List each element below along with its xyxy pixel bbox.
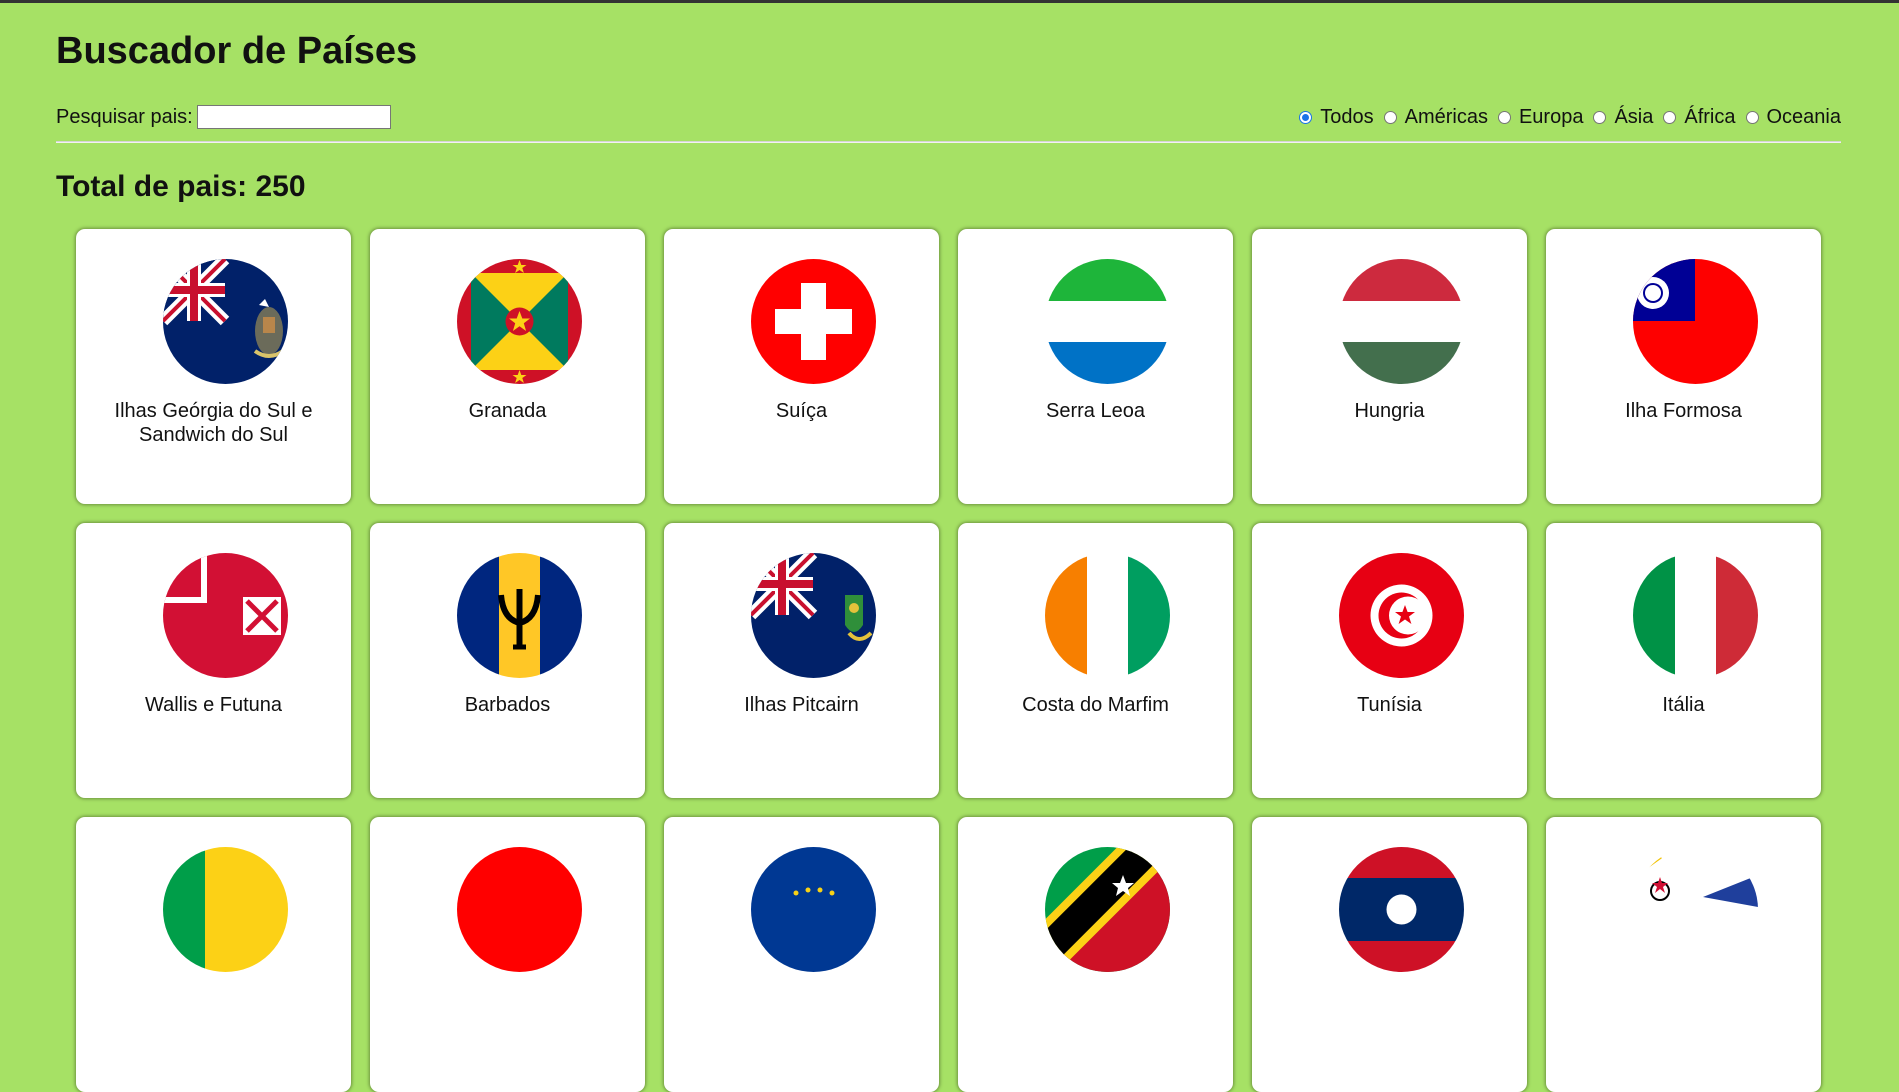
filter-europa[interactable]: Europa [1497, 106, 1584, 129]
radio-americas[interactable] [1383, 111, 1397, 124]
total-countries: Total de pais: 250 [56, 170, 306, 204]
country-card[interactable] [370, 817, 645, 1092]
filter-label: Todos [1320, 106, 1374, 128]
country-name: Barbados [464, 694, 551, 716]
switzerland-flag-icon [751, 259, 876, 384]
sierra-leone-flag-icon [1045, 259, 1170, 384]
laos-flag-icon [1339, 847, 1464, 972]
country-card[interactable]: Ilhas Geórgia do Sul e Sandwich do Sul [76, 229, 351, 504]
country-grid: Ilhas Geórgia do Sul e Sandwich do Sul G… [76, 229, 1821, 1092]
country-card[interactable]: Serra Leoa [958, 229, 1233, 504]
radio-asia[interactable] [1593, 111, 1607, 124]
radio-todos[interactable] [1299, 111, 1313, 124]
country-card[interactable]: Itália [1546, 523, 1821, 798]
filter-label: Europa [1518, 106, 1584, 128]
red-flag-icon [457, 847, 582, 972]
country-name: Tunísia [1357, 694, 1422, 716]
country-name: Ilhas Geórgia do Sul e Sandwich do Sul [114, 400, 313, 446]
italy-flag-icon [1633, 553, 1758, 678]
country-name: Serra Leoa [1046, 400, 1145, 422]
tunisia-flag-icon [1339, 553, 1464, 678]
country-card[interactable] [1252, 817, 1527, 1092]
country-name: Granada [468, 400, 547, 422]
wallis-futuna-flag-icon [163, 553, 288, 678]
country-card[interactable]: Hungria [1252, 229, 1527, 504]
country-name: Ilhas Pitcairn [744, 694, 859, 716]
country-card[interactable]: Barbados [370, 523, 645, 798]
country-name: Ilha Formosa [1625, 400, 1742, 422]
country-card[interactable]: Ilhas Pitcairn [664, 523, 939, 798]
filter-africa[interactable]: África [1663, 106, 1736, 129]
country-name: Wallis e Futuna [144, 694, 283, 716]
ivory-coast-flag-icon [1045, 553, 1170, 678]
filter-oceania[interactable]: Oceania [1745, 106, 1842, 129]
filter-label: Ásia [1614, 106, 1654, 128]
country-name: Costa do Marfim [1022, 694, 1169, 716]
country-card[interactable]: Costa do Marfim [958, 523, 1233, 798]
search-label: Pesquisar pais: [56, 106, 193, 128]
window-top-border [0, 0, 1899, 3]
country-card[interactable] [958, 817, 1233, 1092]
search-row: Pesquisar pais: Todos Américas Europa Ás… [56, 104, 1841, 134]
barbados-flag-icon [457, 553, 582, 678]
filter-todos[interactable]: Todos [1299, 106, 1374, 129]
filter-asia[interactable]: Ásia [1593, 106, 1653, 129]
country-name: Hungria [1354, 400, 1425, 422]
saint-kitts-nevis-flag-icon [1045, 847, 1170, 972]
total-label: Total de pais: [56, 170, 248, 203]
country-card[interactable]: Granada [370, 229, 645, 504]
filter-label: Oceania [1766, 106, 1842, 128]
country-card[interactable] [1546, 817, 1821, 1092]
country-card[interactable] [664, 817, 939, 1092]
country-name: Suíça [775, 400, 828, 422]
grenada-flag-icon [457, 259, 582, 384]
pitcairn-flag-icon [751, 553, 876, 678]
region-filter-group: Todos Américas Europa Ásia África Oceani… [1289, 106, 1841, 129]
header-divider [56, 141, 1841, 143]
blue-stars-flag-icon [751, 847, 876, 972]
country-card[interactable]: Ilha Formosa [1546, 229, 1821, 504]
country-name: Itália [1662, 694, 1705, 716]
total-count: 250 [255, 170, 306, 203]
white-emblem-flag-icon [1633, 847, 1758, 972]
country-card[interactable]: Tunísia [1252, 523, 1527, 798]
radio-europa[interactable] [1497, 111, 1511, 124]
taiwan-flag-icon [1633, 259, 1758, 384]
radio-africa[interactable] [1663, 111, 1677, 124]
filter-label: África [1684, 106, 1736, 128]
green-yellow-flag-icon [163, 847, 288, 972]
search-input[interactable] [197, 105, 391, 129]
hungary-flag-icon [1339, 259, 1464, 384]
country-card[interactable]: Wallis e Futuna [76, 523, 351, 798]
country-card[interactable]: Suíça [664, 229, 939, 504]
south-georgia-flag-icon [163, 259, 288, 384]
radio-oceania[interactable] [1745, 111, 1759, 124]
filter-label: Américas [1404, 106, 1488, 128]
country-card[interactable] [76, 817, 351, 1092]
filter-americas[interactable]: Américas [1383, 106, 1488, 129]
page-title: Buscador de Países [56, 30, 418, 72]
